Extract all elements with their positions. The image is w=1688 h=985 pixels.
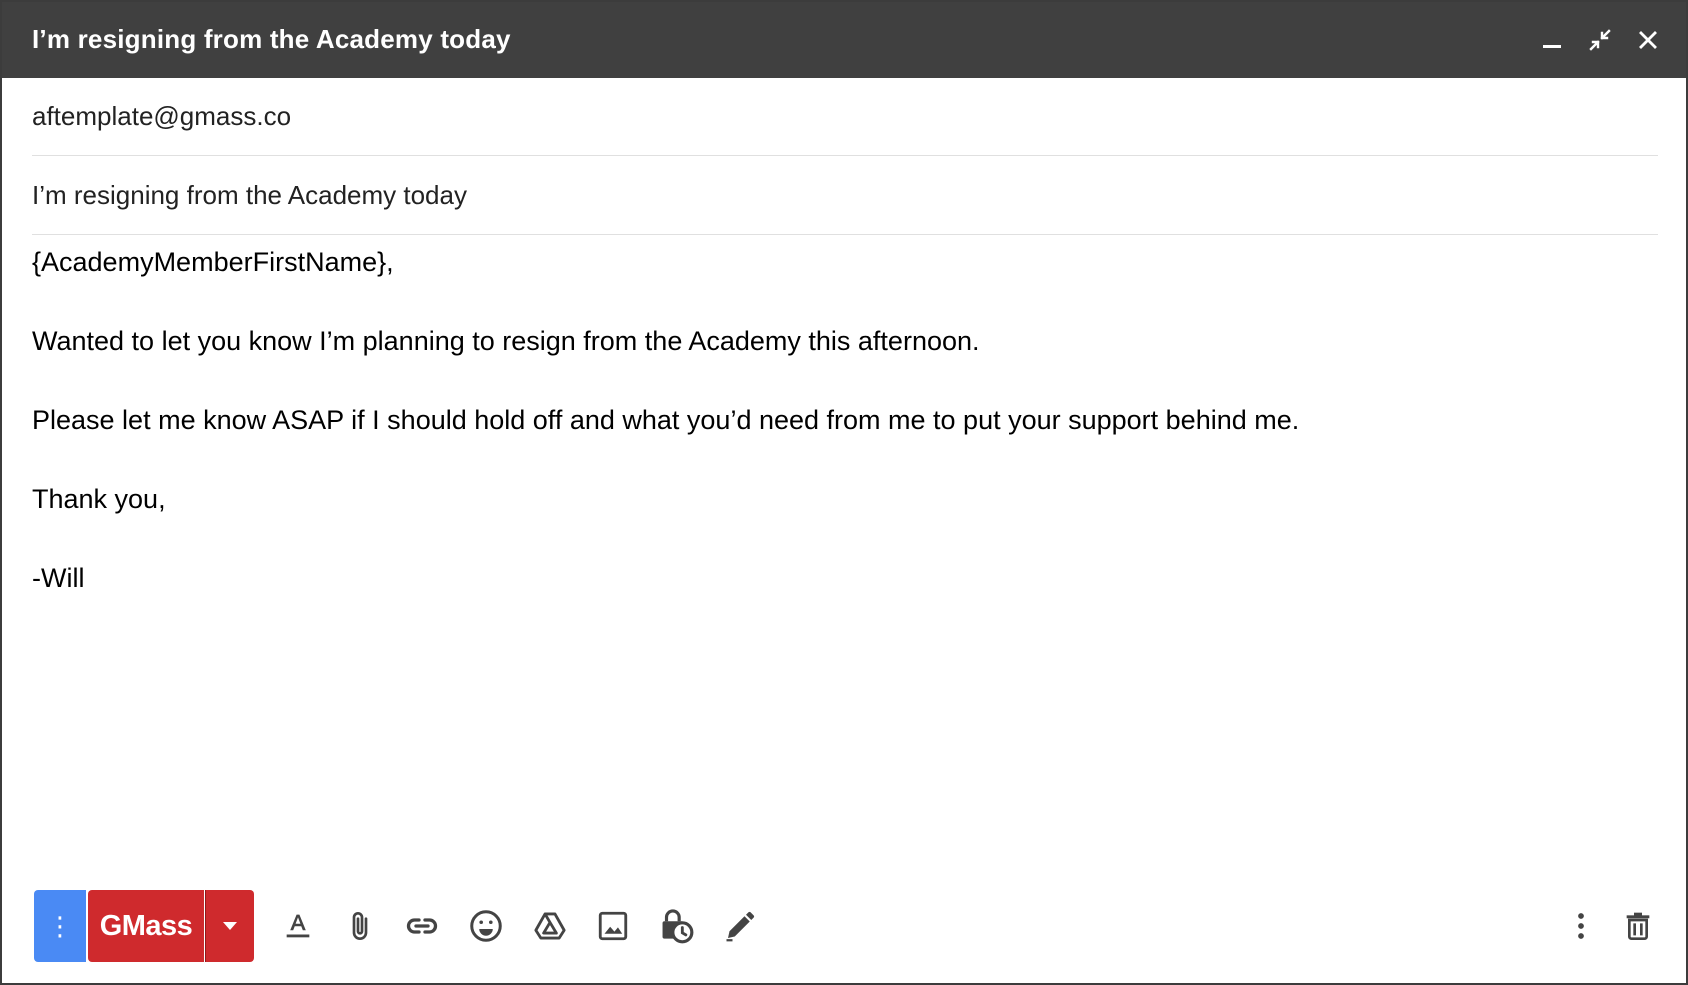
insert-drive-button[interactable]	[524, 900, 576, 952]
insert-signature-button[interactable]	[714, 900, 766, 952]
attach-button[interactable]	[334, 900, 386, 952]
delete-icon	[1626, 912, 1650, 940]
insert-photo-button[interactable]	[587, 900, 639, 952]
body-line-1: Wanted to let you know I’m planning to r…	[32, 326, 980, 356]
compose-titlebar[interactable]: I’m resigning from the Academy today	[2, 2, 1686, 78]
formatting-icon	[286, 914, 310, 938]
body-line-greeting: {AcademyMemberFirstName},	[32, 247, 394, 277]
send-options-button[interactable]: ⋮	[34, 890, 86, 962]
minimize-icon	[1543, 45, 1561, 48]
close-button[interactable]	[1628, 20, 1668, 60]
discard-draft-button[interactable]	[1612, 900, 1664, 952]
send-options-icon: ⋮	[47, 910, 73, 941]
gmass-button[interactable]: GMass	[88, 890, 204, 962]
subject-field[interactable]: I’m resigning from the Academy today	[32, 157, 1658, 235]
to-field[interactable]: aftemplate@gmass.co	[32, 78, 1658, 156]
insert-link-button[interactable]	[396, 900, 448, 952]
exit-fullscreen-icon	[1589, 29, 1611, 51]
compose-window: I’m resigning from the Academy today aft…	[0, 0, 1688, 985]
signature-icon	[726, 911, 755, 942]
drive-icon	[534, 912, 566, 940]
more-options-icon	[1578, 913, 1584, 939]
body-line-signature: -Will	[32, 563, 85, 593]
minimize-button[interactable]	[1532, 20, 1572, 60]
more-options-button[interactable]	[1555, 900, 1607, 952]
emoji-button[interactable]	[460, 900, 512, 952]
confidential-mode-button[interactable]	[650, 900, 702, 952]
message-body[interactable]: {AcademyMemberFirstName}, Wanted to let …	[32, 242, 1658, 862]
emoji-icon	[470, 910, 502, 942]
caret-down-icon	[223, 922, 237, 930]
compose-title: I’m resigning from the Academy today	[32, 24, 511, 54]
attach-icon	[352, 912, 368, 940]
close-icon	[1639, 31, 1657, 49]
gmass-dropdown-button[interactable]	[205, 890, 254, 962]
link-icon	[406, 918, 438, 934]
body-line-2: Please let me know ASAP if I should hold…	[32, 405, 1300, 435]
confidential-mode-icon	[662, 909, 694, 944]
to-recipient[interactable]: aftemplate@gmass.co	[32, 101, 291, 132]
exit-fullscreen-button[interactable]	[1580, 20, 1620, 60]
photo-icon	[598, 911, 628, 941]
body-line-closing: Thank you,	[32, 484, 166, 514]
compose-toolbar: ⋮ GMass	[2, 882, 1686, 966]
subject-value[interactable]: I’m resigning from the Academy today	[32, 180, 467, 211]
gmass-label: GMass	[99, 909, 193, 942]
formatting-button[interactable]	[272, 900, 324, 952]
